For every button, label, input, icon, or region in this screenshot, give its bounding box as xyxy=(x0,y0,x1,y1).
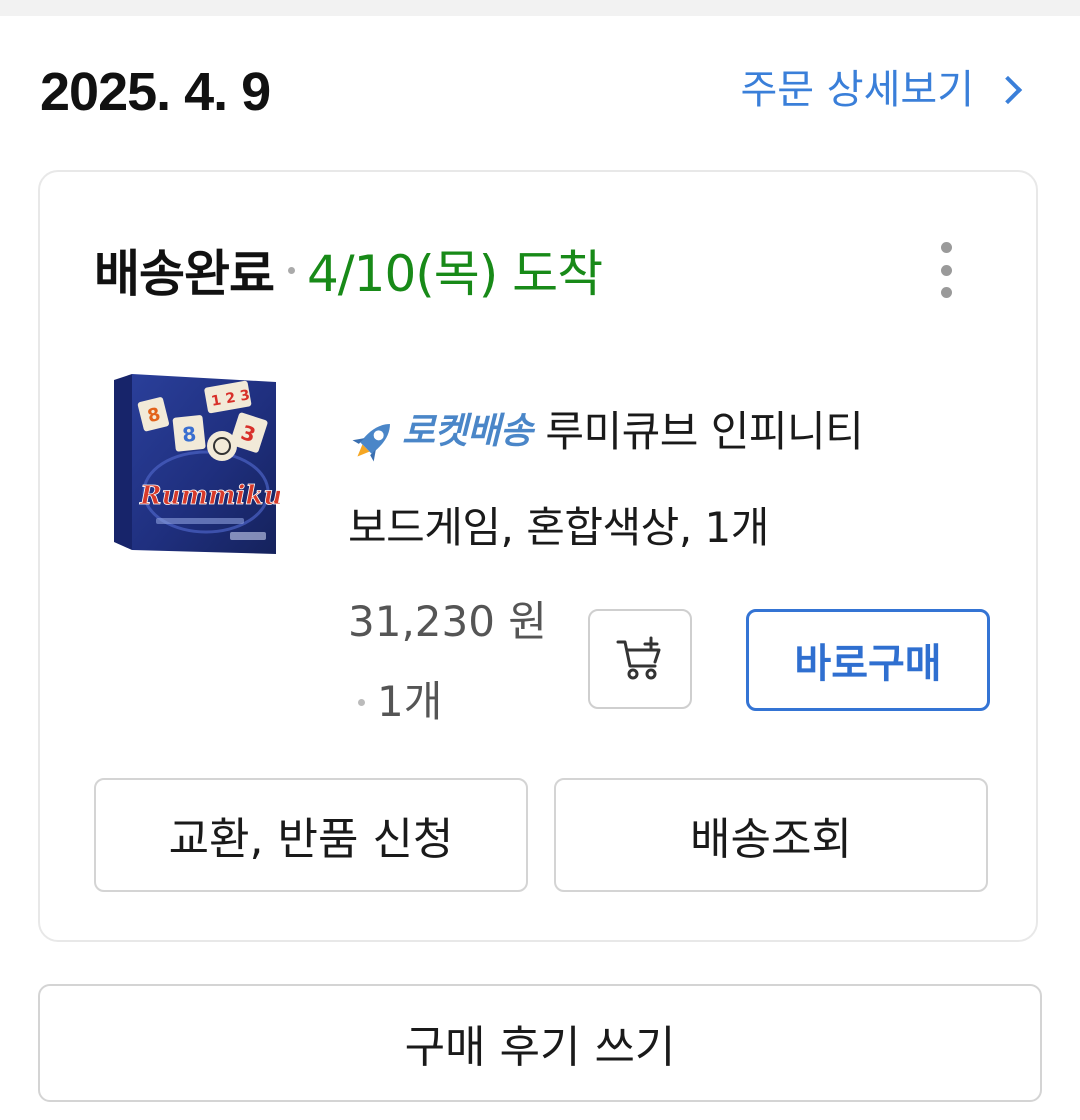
delivery-status: 배송완료 xyxy=(94,245,275,303)
exchange-return-button[interactable]: 교환, 반품 신청 xyxy=(94,778,528,892)
product-name-line2: 보드게임, 혼합색상, 1개 xyxy=(348,503,769,552)
buy-now-button[interactable]: 바로구매 xyxy=(746,609,990,711)
product-image[interactable]: 8 8 1 2 3 3 Rummikub xyxy=(110,372,301,557)
add-to-cart-icon xyxy=(616,636,661,680)
rocket-delivery-label: 로켓배송 xyxy=(402,411,533,452)
write-review-button[interactable]: 구매 후기 쓰기 xyxy=(38,984,1042,1102)
svg-text:8: 8 xyxy=(181,422,197,447)
product-quantity-row: 1개 xyxy=(358,670,442,734)
separator-dot xyxy=(288,266,295,274)
separator-dot xyxy=(358,698,365,706)
delivery-tracking-button[interactable]: 배송조회 xyxy=(554,778,988,892)
rocket-delivery-badge: 로켓배송 xyxy=(348,384,533,480)
more-vertical-icon[interactable] xyxy=(936,242,956,298)
top-divider xyxy=(0,0,1080,16)
rocket-icon xyxy=(352,424,390,462)
product-quantity: 1개 xyxy=(377,677,443,726)
order-date: 2025. 4. 9 xyxy=(40,62,271,122)
product-name-line1: 루미큐브 인피니티 xyxy=(545,407,864,456)
chevron-right-icon xyxy=(993,75,1023,105)
order-detail-label: 주문 상세보기 xyxy=(740,67,974,113)
delivery-status-row: 배송완료 4/10(목) 도착 xyxy=(94,230,603,310)
product-price: 31,230 원 xyxy=(348,597,547,646)
order-detail-link[interactable]: 주문 상세보기 xyxy=(740,55,1023,125)
order-card: 배송완료 4/10(목) 도착 8 8 1 2 3 3 Rummik 로켓배송 … xyxy=(38,170,1038,942)
arrival-date: 4/10(목) 도착 xyxy=(307,245,603,303)
rummikub-logo: Rummikub xyxy=(139,481,280,511)
add-to-cart-button[interactable] xyxy=(588,609,692,709)
product-title[interactable]: 로켓배송 루미큐브 인피니티 보드게임, 혼합색상, 1개 xyxy=(348,384,988,576)
